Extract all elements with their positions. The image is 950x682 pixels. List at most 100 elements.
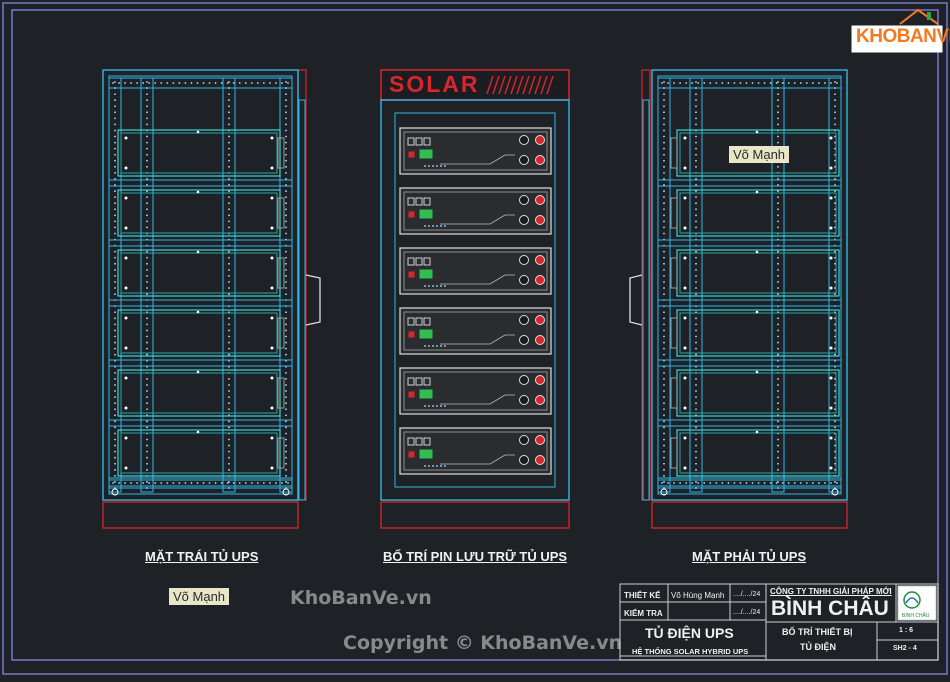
- tray-screw: [829, 376, 833, 380]
- post-hole: [228, 402, 230, 405]
- post-hole: [114, 456, 116, 459]
- post-hole: [228, 384, 230, 386]
- battery-status-led: [419, 329, 433, 339]
- post-hole: [146, 329, 148, 332]
- check-date: ..../..../24: [733, 609, 761, 616]
- tray-terminal: [670, 317, 678, 349]
- battery-tray: [117, 429, 281, 477]
- post-hole: [663, 268, 665, 271]
- post-hole: [285, 281, 287, 283]
- post-hole: [777, 462, 779, 465]
- post-hole: [146, 317, 148, 320]
- post-hole: [228, 462, 230, 465]
- post-hole: [146, 268, 148, 271]
- door-handle: [305, 274, 321, 326]
- battery-port: [436, 285, 438, 287]
- post-hole: [228, 487, 230, 489]
- rail-hole: [739, 82, 742, 84]
- rail-hole: [757, 82, 760, 84]
- post-hole: [114, 141, 116, 144]
- rail-hole: [287, 82, 289, 84]
- battery-terminal: [519, 455, 529, 465]
- tray-screw: [124, 406, 128, 410]
- post-hole: [146, 408, 148, 411]
- battery-port: [432, 285, 434, 287]
- tray-screw: [829, 316, 833, 320]
- tray-screw: [124, 376, 128, 380]
- battery-terminal: [519, 335, 529, 345]
- post-hole: [663, 468, 665, 471]
- post-hole: [777, 262, 779, 265]
- post-hole: [285, 456, 287, 459]
- battery-terminal: [535, 435, 545, 445]
- post-hole: [695, 250, 697, 253]
- company-line: CÔNG TY TNHH GIẢI PHÁP MỚI: [770, 587, 892, 596]
- rail-hole: [673, 82, 675, 84]
- tray-screw: [829, 346, 833, 350]
- post-hole: [228, 390, 230, 392]
- post-hole: [146, 384, 148, 386]
- post-hole: [114, 378, 116, 380]
- rail-hole: [184, 82, 187, 84]
- tray-screw: [683, 256, 687, 260]
- battery-terminal: [535, 155, 545, 165]
- post-hole: [695, 281, 697, 283]
- cabinet-frame-inner: [108, 75, 293, 495]
- post-hole: [228, 444, 230, 447]
- post-hole: [695, 202, 697, 205]
- battery-status-led: [419, 269, 433, 279]
- rail-hole: [262, 82, 265, 84]
- rail-hole: [256, 482, 259, 484]
- company-name: BÌNH CHÂU: [771, 597, 889, 620]
- post-hole: [285, 117, 287, 120]
- post-hole: [146, 220, 148, 223]
- rail-hole: [208, 82, 211, 84]
- battery-port: [432, 405, 434, 407]
- post-hole: [285, 147, 287, 150]
- rail-hole: [136, 482, 139, 484]
- post-hole: [114, 384, 116, 386]
- post-hole: [146, 335, 148, 338]
- post-hole: [285, 371, 287, 374]
- battery-tray-inner: [679, 192, 837, 234]
- post-hole: [114, 275, 116, 277]
- tray-screw: [683, 466, 687, 470]
- post-hole: [695, 105, 697, 108]
- post-hole: [285, 250, 287, 253]
- battery-port: [444, 405, 446, 407]
- post-hole: [695, 384, 697, 386]
- post-hole: [663, 81, 665, 83]
- post-hole: [695, 329, 697, 332]
- tray-screw: [124, 346, 128, 350]
- post-hole: [228, 281, 230, 283]
- post-hole: [695, 390, 697, 392]
- post-hole: [228, 159, 230, 162]
- post-hole: [285, 402, 287, 405]
- post-hole: [228, 438, 230, 441]
- battery-tray: [676, 369, 840, 417]
- post-hole: [285, 226, 287, 229]
- battery-port: [436, 345, 438, 347]
- rail-hole: [214, 482, 217, 484]
- tray-bracket: [657, 299, 842, 307]
- post-hole: [285, 450, 287, 453]
- rail-hole: [793, 82, 796, 84]
- rail-hole: [178, 82, 181, 84]
- battery-port: [428, 165, 430, 167]
- battery-port: [444, 285, 446, 287]
- tray-screw: [124, 196, 128, 200]
- rail-hole: [244, 482, 247, 484]
- solar-banner-text: SOLAR: [389, 71, 480, 97]
- battery-port: [440, 345, 442, 347]
- rail-hole: [118, 482, 120, 484]
- post-hole: [285, 341, 287, 344]
- post-hole: [777, 341, 779, 344]
- post-hole: [114, 111, 116, 114]
- post-hole: [285, 378, 287, 380]
- post-hole: [228, 87, 230, 89]
- rail-hole: [281, 482, 283, 484]
- post-hole: [114, 329, 116, 332]
- post-hole: [146, 81, 148, 83]
- post-hole: [777, 287, 779, 289]
- tray-terminal: [277, 317, 285, 349]
